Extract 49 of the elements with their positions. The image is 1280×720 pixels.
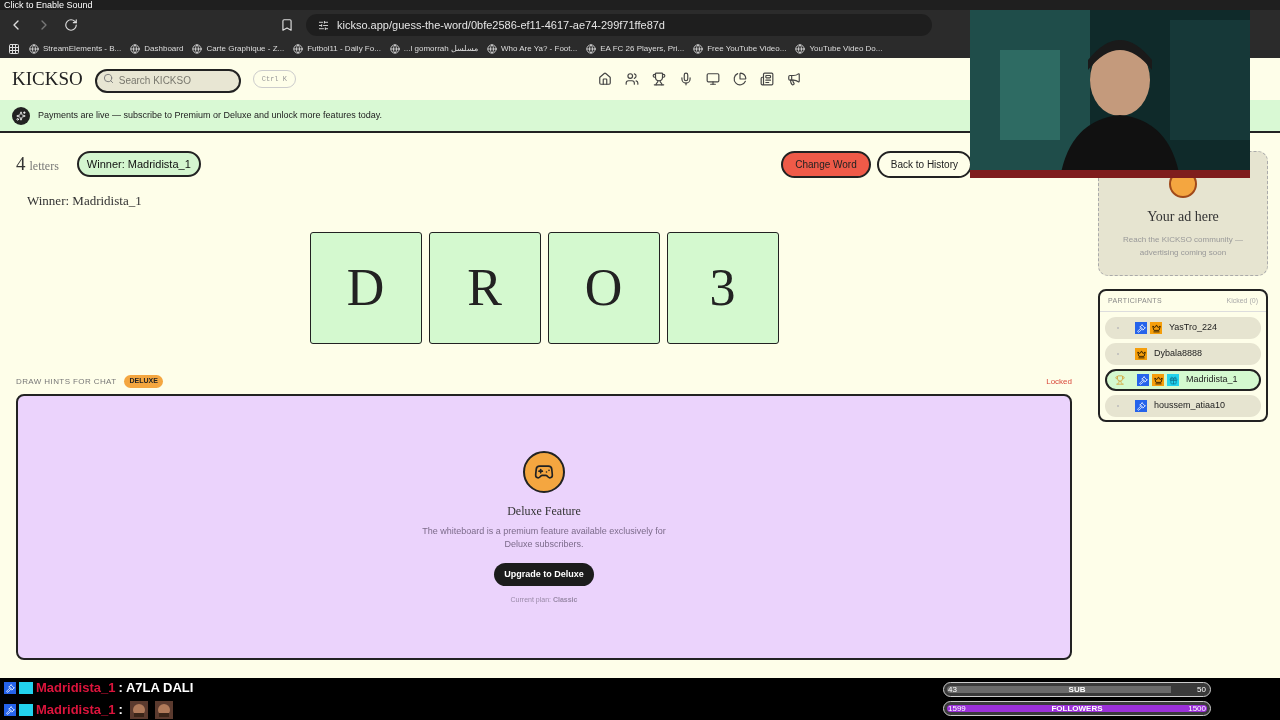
bookmark-item[interactable]: Carte Graphique - Z... (192, 43, 285, 55)
letter-count-label: letters (29, 157, 59, 175)
participant-row[interactable]: Dybala8888 (1105, 343, 1261, 365)
chat-message: : A7LA DALI (118, 679, 194, 698)
chat-username: Madridista_1 (36, 701, 116, 720)
search-field[interactable]: Search KICKSO (94, 68, 241, 93)
letter-tile: R (428, 231, 541, 344)
locked-status: Locked (1046, 375, 1072, 388)
letter-tile: D (309, 231, 422, 344)
ad-text: Reach the KICKSO community — advertising coming soon (1121, 234, 1244, 259)
participant-name: Dybala8888 (1154, 347, 1203, 361)
winner-text: Winner: Madridista_1 (27, 192, 142, 210)
back-button[interactable]: Back to History (876, 150, 972, 178)
banner-text: Payments are live — subscribe to Premium or Deluxe and unlock more features today. (38, 108, 382, 122)
bookmark-item[interactable]: Futbol11 - Daily Fo... (293, 43, 381, 55)
participant-row[interactable]: YasTro_224 (1105, 317, 1261, 339)
goal-start: 43 (948, 683, 957, 696)
winner-pill: Winner: Madridista_1 (76, 150, 201, 178)
address-bar[interactable]: kickso.app/guess-the-word/0bfe2586-ef11-4617-ae74-299f71ffe87d (306, 14, 932, 36)
ad-title: Your ad here (1147, 208, 1219, 226)
goal-label: SUB (1068, 683, 1086, 696)
letter-count: 4 (16, 151, 26, 176)
kickso-logo[interactable]: KICKSO (12, 64, 83, 94)
chat-message: : (118, 701, 123, 720)
tab-overlay-text: Click to Enable Sound (4, 1, 93, 10)
bookmark-item[interactable]: StreamElements - B... (29, 43, 122, 55)
letter-tile: 3 (666, 231, 779, 344)
change-word-button[interactable]: Change Word (781, 150, 871, 178)
bookmark-item[interactable]: Dashboard (130, 43, 184, 55)
bookmark-item[interactable]: YouTube Video Do... (795, 43, 883, 55)
feature-description: The whiteboard is a premium feature available exclusively for Deluxe subscribers. (421, 524, 667, 551)
chat-username: Madridista_1 (36, 679, 116, 698)
bookmark-item[interactable]: ...l gomorrah مسلسل (389, 43, 478, 55)
letter-tile: O (547, 231, 660, 344)
bookmark-item[interactable]: EA FC 26 Players, Pri... (586, 43, 685, 55)
goal-target: 50 (1197, 683, 1206, 696)
participant-name: houssem_atiaa10 (1154, 399, 1226, 413)
bookmark-item[interactable]: Free YouTube Video... (693, 43, 787, 55)
bookmark-item[interactable]: Who Are Ya? - Foot... (487, 43, 578, 55)
participant-row[interactable]: houssem_atiaa10 (1105, 395, 1261, 417)
participant-row[interactable]: Madridista_1 (1105, 369, 1261, 391)
hints-title: DRAW HINTS FOR CHAT (16, 375, 117, 388)
participant-name: YasTro_224 (1169, 321, 1218, 335)
goal-label: FOLLOWERS (1051, 702, 1103, 715)
goal-start: 1599 (948, 702, 966, 715)
upgrade-button[interactable]: Upgrade to Deluxe (494, 562, 594, 586)
goal-target: 1500 (1188, 702, 1206, 715)
feature-title: Deluxe Feature (507, 502, 581, 520)
participant-name: Madridista_1 (1186, 373, 1238, 387)
